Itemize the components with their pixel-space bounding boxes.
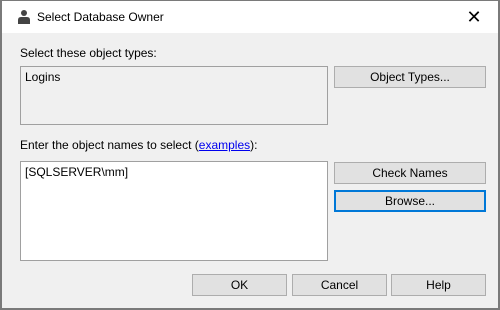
close-button[interactable]: ✕ [454,1,494,33]
dialog-title: Select Database Owner [37,10,164,24]
object-types-value: Logins [25,70,61,84]
close-icon: ✕ [466,6,482,27]
help-button[interactable]: Help [391,274,486,296]
ok-button[interactable]: OK [192,274,287,296]
object-types-button-label: Object Types... [370,70,450,84]
object-names-input[interactable]: [SQLSERVER\mm] [20,161,328,261]
user-icon [18,10,30,24]
select-database-owner-dialog: Select Database Owner ✕ Select these obj… [1,0,499,309]
title-bar: Select Database Owner ✕ [2,1,498,33]
browse-button[interactable]: Browse... [334,190,486,212]
object-names-label-prefix: Enter the object names to select ( [20,138,199,152]
check-names-button[interactable]: Check Names [334,162,486,184]
cancel-button[interactable]: Cancel [292,274,387,296]
object-types-field: Logins [20,66,328,125]
check-names-label: Check Names [372,166,448,180]
examples-link[interactable]: examples [199,138,250,152]
object-names-label-suffix: ): [250,138,258,152]
object-names-value: [SQLSERVER\mm] [25,165,129,179]
object-names-label: Enter the object names to select (exampl… [20,138,257,152]
cancel-label: Cancel [320,278,359,292]
object-types-label: Select these object types: [20,46,157,60]
help-label: Help [426,278,451,292]
browse-label: Browse... [384,194,435,208]
object-types-button[interactable]: Object Types... [334,66,486,88]
ok-label: OK [230,278,249,292]
